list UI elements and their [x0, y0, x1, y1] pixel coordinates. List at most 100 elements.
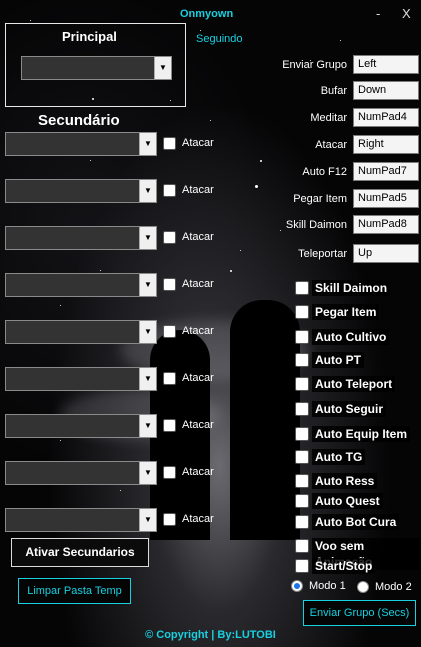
mode1-radio[interactable]	[291, 580, 303, 592]
hotkey-label: Auto F12	[302, 166, 347, 178]
atacar-label: Atacar	[182, 278, 214, 290]
mode2-label: Modo 2	[375, 581, 412, 593]
chevron-down-icon[interactable]: ▼	[139, 509, 156, 531]
secundario-select[interactable]: ▼	[5, 226, 157, 250]
secundario-select[interactable]: ▼	[5, 179, 157, 203]
option-checkbox[interactable]	[295, 353, 309, 367]
chevron-down-icon[interactable]: ▼	[139, 368, 156, 390]
option-checkbox[interactable]	[295, 377, 309, 391]
option-label: Auto Bot Cura	[312, 514, 400, 530]
option-checkbox[interactable]	[295, 427, 309, 441]
chevron-down-icon[interactable]: ▼	[154, 57, 171, 79]
star	[60, 305, 61, 306]
atacar-checkbox[interactable]	[163, 466, 176, 479]
option-checkbox[interactable]	[295, 305, 309, 319]
principal-select[interactable]: ▼	[21, 56, 172, 80]
star	[240, 250, 241, 251]
option-checkbox[interactable]	[295, 474, 309, 488]
option-label: Auto Cultivo	[312, 329, 390, 345]
option-label: Pegar Item	[312, 304, 380, 320]
option-label: Skill Daimon	[312, 280, 391, 296]
atacar-checkbox[interactable]	[163, 184, 176, 197]
hotkey-input[interactable]: Right	[353, 135, 419, 154]
option-checkbox[interactable]	[295, 559, 309, 573]
hotkey-input[interactable]: Down	[353, 81, 419, 100]
star	[340, 40, 341, 41]
option-checkbox[interactable]	[295, 515, 309, 529]
star	[100, 270, 101, 271]
hotkey-label: Bufar	[320, 85, 347, 97]
hotkey-label: Atacar	[315, 139, 347, 151]
option-checkbox[interactable]	[295, 494, 309, 508]
option-label: Auto Teleport	[312, 376, 396, 392]
hotkey-input[interactable]: Left	[353, 55, 419, 74]
enviar-grupo-secs-button[interactable]: Enviar Grupo (Secs)	[303, 600, 416, 626]
option-checkbox[interactable]	[295, 402, 309, 416]
secundario-select[interactable]: ▼	[5, 320, 157, 344]
minimize-button[interactable]: -	[376, 6, 380, 21]
hotkey-label: Pegar Item	[293, 193, 347, 205]
star	[210, 120, 211, 121]
option-checkbox[interactable]	[295, 330, 309, 344]
option-label: Auto PT	[312, 352, 364, 368]
option-label: Auto TG	[312, 449, 366, 465]
person-silhouette-left	[150, 330, 210, 540]
atacar-checkbox[interactable]	[163, 325, 176, 338]
secundario-select[interactable]: ▼	[5, 367, 157, 391]
option-label: Auto Seguir	[312, 401, 386, 417]
chevron-down-icon[interactable]: ▼	[139, 415, 156, 437]
atacar-checkbox[interactable]	[163, 278, 176, 291]
hotkey-label: Teleportar	[298, 248, 347, 260]
secundario-select[interactable]: ▼	[5, 414, 157, 438]
secundario-select[interactable]: ▼	[5, 508, 157, 532]
hotkey-input[interactable]: NumPad7	[353, 162, 419, 181]
principal-title: Principal	[62, 29, 117, 44]
hotkey-input[interactable]: NumPad8	[353, 215, 419, 234]
option-label: Auto Quest	[312, 493, 383, 509]
chevron-down-icon[interactable]: ▼	[139, 321, 156, 343]
app-title: Onmyown	[180, 8, 234, 20]
star	[200, 30, 201, 31]
hotkey-label: Enviar Grupo	[282, 59, 347, 71]
status-label: Seguindo	[196, 33, 243, 45]
hotkey-input[interactable]: NumPad5	[353, 189, 419, 208]
atacar-checkbox[interactable]	[163, 513, 176, 526]
chevron-down-icon[interactable]: ▼	[139, 133, 156, 155]
atacar-label: Atacar	[182, 231, 214, 243]
mode2-radio[interactable]	[357, 581, 369, 593]
atacar-label: Atacar	[182, 513, 214, 525]
star	[260, 160, 262, 162]
secundario-select[interactable]: ▼	[5, 132, 157, 156]
close-button[interactable]: X	[402, 6, 411, 21]
atacar-label: Atacar	[182, 466, 214, 478]
secundario-select[interactable]: ▼	[5, 461, 157, 485]
atacar-label: Atacar	[182, 419, 214, 431]
hotkey-input[interactable]: NumPad4	[353, 108, 419, 127]
limpar-pasta-temp-button[interactable]: Limpar Pasta Temp	[18, 578, 131, 604]
hotkey-label: Meditar	[310, 112, 347, 124]
atacar-label: Atacar	[182, 137, 214, 149]
option-checkbox[interactable]	[295, 539, 309, 553]
secundario-title: Secundário	[38, 112, 120, 129]
atacar-checkbox[interactable]	[163, 372, 176, 385]
option-checkbox[interactable]	[295, 281, 309, 295]
person-silhouette-right	[230, 300, 300, 540]
atacar-checkbox[interactable]	[163, 231, 176, 244]
secundario-select[interactable]: ▼	[5, 273, 157, 297]
ativar-secundarios-button[interactable]: Ativar Secundarios	[11, 538, 149, 567]
atacar-checkbox[interactable]	[163, 137, 176, 150]
app-window: Onmyown - X Seguindo Principal ▼ Secundá…	[0, 0, 421, 647]
atacar-checkbox[interactable]	[163, 419, 176, 432]
chevron-down-icon[interactable]: ▼	[139, 227, 156, 249]
hotkey-input[interactable]: Up	[353, 244, 419, 263]
chevron-down-icon[interactable]: ▼	[139, 180, 156, 202]
option-label: Start/Stop	[312, 558, 376, 574]
chevron-down-icon[interactable]: ▼	[139, 462, 156, 484]
atacar-label: Atacar	[182, 184, 214, 196]
hotkey-label: Skill Daimon	[285, 219, 347, 231]
chevron-down-icon[interactable]: ▼	[139, 274, 156, 296]
option-checkbox[interactable]	[295, 450, 309, 464]
option-label: Auto Ress	[312, 473, 378, 489]
option-label: Auto Equip Item	[312, 426, 410, 442]
atacar-label: Atacar	[182, 325, 214, 337]
